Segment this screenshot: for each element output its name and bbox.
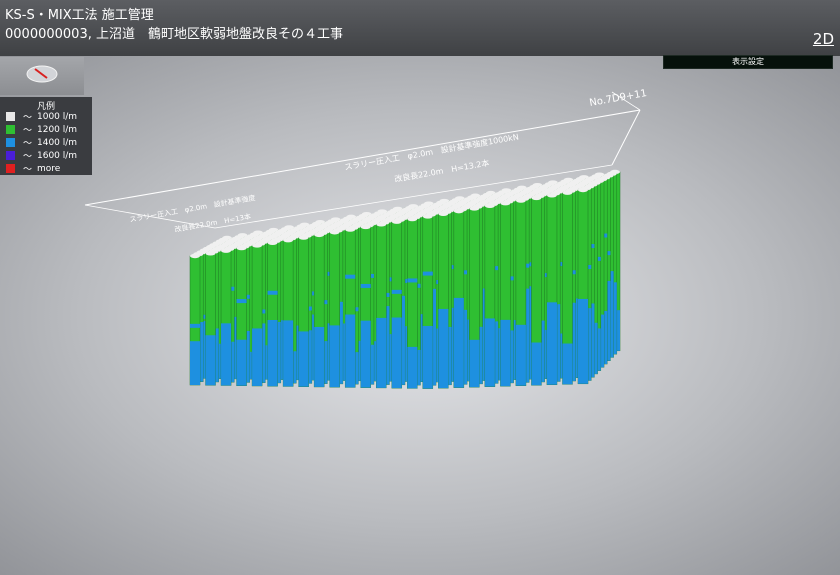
legend-tilde: ～ (23, 139, 33, 149)
pile-column (282, 237, 294, 387)
pile-column (267, 240, 278, 387)
legend-label: 1200 l/m (37, 124, 78, 135)
pile-column (251, 243, 263, 387)
display-settings-button[interactable]: 表示設定 (663, 55, 833, 69)
pile-column (375, 222, 387, 389)
legend-tilde: ～ (23, 113, 33, 123)
legend-item: ～ more (0, 162, 92, 175)
pile-column (546, 193, 558, 386)
3d-pile-scene[interactable]: No.7D9+11 スラリー圧入工 φ2.0m 設計基準強度1000kN 改良長… (0, 0, 840, 575)
legend-swatch (6, 164, 15, 173)
pile-column (313, 232, 325, 388)
legend-label: 1600 l/m (37, 150, 78, 161)
pile-column (329, 230, 340, 388)
pile-columns (189, 169, 621, 389)
legend-swatch (6, 125, 15, 134)
pile-column (515, 198, 527, 386)
legend-panel: 凡例 ～ 1000 l/m ～ 1200 l/m ～ 1400 l/m ～ 16… (0, 97, 92, 175)
compass-widget[interactable] (0, 57, 84, 95)
pile-column (205, 251, 216, 386)
legend-tilde: ～ (23, 152, 33, 162)
pile-column (562, 190, 573, 385)
pile-column (531, 195, 542, 386)
pile-column (500, 201, 511, 387)
pile-column (236, 245, 247, 386)
legend-item: ～ 1200 l/m (0, 123, 92, 136)
pile-column (360, 224, 371, 388)
legend-tilde: ～ (23, 126, 33, 136)
pile-column (484, 203, 496, 387)
pile-column (422, 214, 434, 389)
legend-swatch (6, 112, 15, 121)
plan-name-label: No.7D9+11 (589, 88, 648, 109)
pile-column (298, 235, 309, 387)
legend-item: ～ 1400 l/m (0, 136, 92, 149)
legend-label: more (37, 163, 61, 174)
pile-column (407, 216, 418, 389)
legend-swatch (6, 151, 15, 160)
spec-label-1: スラリー圧入工 φ2.0m 設計基準強度1000kN (344, 131, 520, 172)
pile-column (453, 208, 465, 388)
spec-label-2: 改良長22.0m H=13.2本 (394, 157, 490, 184)
legend-label: 1000 l/m (37, 111, 78, 122)
pile-column (189, 253, 201, 386)
legend-tilde: ～ (23, 165, 33, 175)
legend-title: 凡例 (36, 102, 55, 112)
pile-column (469, 206, 480, 388)
pile-column (391, 219, 403, 389)
legend-item: ～ 1000 l/m (0, 110, 92, 123)
legend-label: 1400 l/m (37, 137, 78, 148)
pile-column (438, 211, 449, 389)
pile-column (344, 227, 356, 388)
legend-item: ～ 1600 l/m (0, 149, 92, 162)
pile-column (577, 187, 589, 385)
pile-column (220, 248, 232, 386)
legend-swatch (6, 138, 15, 147)
